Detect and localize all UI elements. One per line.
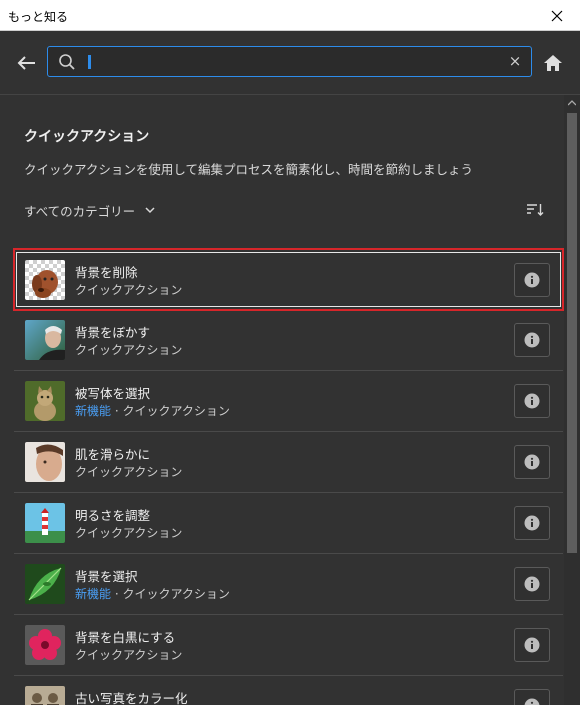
info-icon [524,515,540,531]
scroll-up-button[interactable] [564,95,580,111]
item-subtitle: クイックアクション [75,526,183,540]
new-feature-label: 新機能 [75,404,112,418]
search-input[interactable] [84,50,504,73]
clear-search-button[interactable]: × [507,52,523,70]
text-caret [88,55,91,69]
toolbar: × [0,31,580,95]
list-item[interactable]: 肌を滑らかに クイックアクション [14,432,563,493]
chevron-down-icon [145,206,155,213]
list-item[interactable]: 古い写真をカラー化 クイックアクション [14,676,563,705]
quick-action-list: 背景を削除 クイックアクション 背景をぼかす クイックアクション 被写体を選択 … [13,248,564,705]
item-subtitle: クイックアクション [75,343,183,357]
info-icon [524,393,540,409]
old-photo-thumbnail [25,686,65,705]
panel-description: クイックアクションを使用して編集プロセスを簡素化し、時間を節約しましょう [24,162,474,177]
category-dropdown[interactable]: すべてのカテゴリー [24,200,155,220]
list-item[interactable]: 明るさを調整 クイックアクション [14,493,563,554]
list-item[interactable]: 被写体を選択 新機能 · クイックアクション [14,371,563,432]
list-item[interactable]: 背景をぼかす クイックアクション [14,310,563,371]
list-item[interactable]: 背景を選択 新機能 · クイックアクション [14,554,563,615]
category-label: すべてのカテゴリー [24,203,136,219]
item-title: 背景を白黒にする [75,630,176,645]
close-icon [551,10,563,21]
flower-thumbnail [25,625,65,665]
portrait-blur-thumbnail [25,320,65,360]
item-title: 背景を選択 [75,569,138,584]
arrow-left-icon [17,56,35,70]
item-subtitle: クイックアクション [75,465,183,479]
item-subtitle: 新機能 · クイックアクション [75,587,230,601]
item-title: 肌を滑らかに [75,447,151,462]
window-close-button[interactable] [534,0,580,31]
info-button[interactable] [514,506,550,540]
list-item[interactable]: 背景を削除 クイックアクション [13,248,564,311]
search-box: × [47,46,532,77]
panel-heading: クイックアクション [24,129,150,145]
search-icon [59,54,75,70]
sort-button[interactable] [524,200,546,220]
info-icon [524,272,540,288]
item-title: 古い写真をカラー化 [75,691,188,705]
cat-thumbnail [25,381,65,421]
scrollbar-thumb[interactable] [567,113,577,553]
item-title: 被写体を選択 [75,386,151,401]
info-button[interactable] [514,323,550,357]
home-icon [544,55,562,71]
chevron-up-icon [568,100,576,106]
item-subtitle: 新機能 · クイックアクション [75,404,230,418]
list-item[interactable]: 背景を白黒にする クイックアクション [14,615,563,676]
info-button[interactable] [514,567,550,601]
info-icon [524,576,540,592]
info-icon [524,698,540,705]
info-icon [524,454,540,470]
window-title: もっと知る [8,10,69,24]
info-icon [524,637,540,653]
info-button[interactable] [514,445,550,479]
home-button[interactable] [541,51,565,75]
leaf-thumbnail [25,564,65,604]
item-title: 背景を削除 [75,265,138,280]
scrollbar[interactable] [564,95,580,705]
back-button[interactable] [13,51,39,75]
dog-transparent-thumbnail [25,260,65,300]
item-title: 明るさを調整 [75,508,151,523]
sort-icon [527,204,544,216]
lighthouse-thumbnail [25,503,65,543]
info-icon [524,332,540,348]
info-button[interactable] [514,263,550,297]
info-button[interactable] [514,689,550,705]
new-feature-label: 新機能 [75,587,112,601]
info-button[interactable] [514,628,550,662]
item-title: 背景をぼかす [75,325,151,340]
window-titlebar: もっと知る [0,0,580,31]
item-subtitle: クイックアクション [75,648,183,662]
face-thumbnail [25,442,65,482]
item-subtitle: クイックアクション [75,283,183,297]
info-button[interactable] [514,384,550,418]
